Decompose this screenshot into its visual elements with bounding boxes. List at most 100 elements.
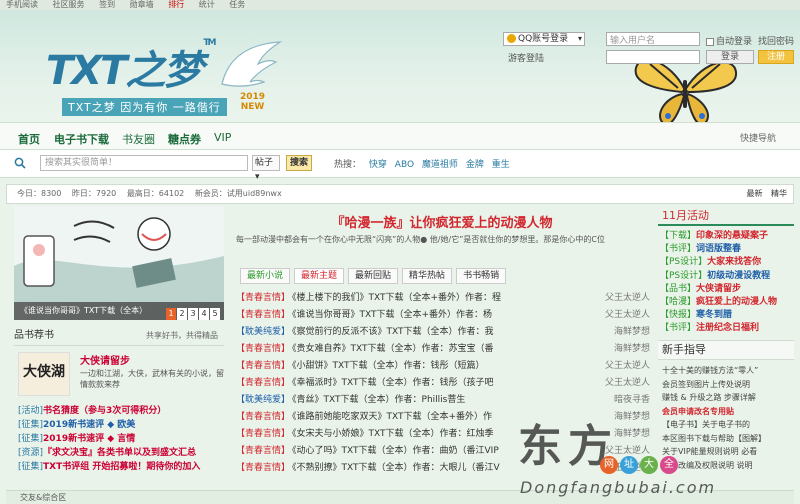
thread-title: 《谁说当你哥哥》TXT下载（全本+番外）作者：杨	[292, 310, 493, 320]
event-link-item[interactable]: [征集]2019新书速评 ◆ 欧美	[18, 418, 224, 432]
topbar-community-link[interactable]: 社区服务	[53, 0, 85, 9]
activity-value: 印象深的悬疑案子	[696, 231, 769, 241]
topbar-task-link[interactable]: 任务	[229, 0, 245, 9]
thread-row[interactable]: 【青春言情】 《贵女难自养》TXT下载（全本）作者：苏宝宝（番 海鲜梦想	[236, 341, 650, 358]
topbar-signin-link[interactable]: 签到	[99, 0, 115, 9]
thread-row[interactable]: 【青春言情】 《楼上楼下的我们》TXT下载（全本+番外）作者：程 父王太逆人	[236, 290, 650, 307]
thread-author[interactable]: 父王太逆人	[605, 307, 650, 324]
event-link-item[interactable]: [活动]书名猜度（参与3次可得积分）	[18, 404, 224, 418]
password-input[interactable]	[606, 50, 700, 64]
site-header: TXT之梦TM TXT之梦 因为有你 一路偕行 2019 NEW QQ账号登录 …	[0, 10, 800, 126]
thread-author[interactable]: 海鲜梦想	[614, 341, 650, 358]
banner-page-3[interactable]: 3	[188, 308, 198, 320]
topbar-stats-link[interactable]: 统计	[199, 0, 215, 9]
thread-row[interactable]: 【青春言情】 《谁说当你哥哥》TXT下载（全本+番外）作者：杨 父王太逆人	[236, 307, 650, 324]
tab-bestseller[interactable]: 书书畅销	[456, 268, 507, 284]
topbar-rank-link[interactable]: 排行	[168, 0, 184, 9]
top-utility-bar: 手机阅读 社区服务 签到 勋章墙 排行 统计 任务	[0, 0, 800, 10]
event-link-item[interactable]: [征集]2019新书速评 ◆ 言情	[18, 432, 224, 446]
guide-item[interactable]: 会员签到图片上传处说明	[662, 378, 794, 392]
latest-link[interactable]: 最新	[746, 189, 762, 198]
hot-key[interactable]: 快穿	[369, 160, 387, 170]
feature-desc: 每一部动漫中都会有一个在你心中无限“闪亮”的人物● 他/她/它”是否就住你的梦想…	[236, 235, 605, 244]
thread-author[interactable]: 暗夜寻香	[614, 392, 650, 409]
thread-row[interactable]: 【耽美纯爱】 《青丝》TXT下载（全本）作者：Phillis菩生 暗夜寻香	[236, 392, 650, 409]
event-link-item[interactable]: [资源]『求文决宝』各类书单以及到盛文汇总	[18, 446, 224, 460]
find-password-link[interactable]: 找回密码	[758, 34, 794, 47]
activity-item[interactable]: 【PS设计】初级动漫设教程	[660, 270, 796, 283]
thread-category: 【青春言情】	[236, 463, 291, 473]
event-tag: [活动]	[18, 406, 44, 416]
register-button[interactable]: 注册	[758, 50, 794, 64]
thread-author[interactable]: 父王太逆人	[605, 358, 650, 375]
activity-item[interactable]: 【PS设计】大家来找答你	[660, 256, 796, 269]
banner-page-5[interactable]: 5	[210, 308, 220, 320]
qq-login-button[interactable]: QQ账号登录 ▾	[503, 32, 585, 46]
tab-latest-topic[interactable]: 最新主题	[294, 268, 345, 284]
banner-page-1[interactable]: 1	[166, 308, 176, 320]
nav-vip[interactable]: VIP	[214, 131, 231, 144]
search-button[interactable]: 搜索	[286, 155, 312, 171]
activity-item[interactable]: 【书评】注册纪念日福利	[660, 322, 796, 335]
activity-item[interactable]: 【下载】印象深的悬疑案子	[660, 230, 796, 243]
thread-author[interactable]: 海鲜梦想	[614, 409, 650, 426]
banner-page-2[interactable]: 2	[177, 308, 187, 320]
thread-author[interactable]: 海鲜梦想	[614, 426, 650, 443]
thread-category: 【青春言情】	[236, 344, 291, 354]
guide-item[interactable]: 小说改编及权限说明 说明	[662, 459, 794, 473]
thread-author[interactable]: 父王太逆人	[605, 375, 650, 392]
thread-row[interactable]: 【耽美纯爱】 《察觉前行的反派不该》TXT下载（全本）作者：我 海鲜梦想	[236, 324, 650, 341]
topbar-mobile-link[interactable]: 手机阅读	[6, 0, 38, 9]
guide-item[interactable]: 本区图书下载与帮助【图解】	[662, 432, 794, 446]
activity-item[interactable]: 【书评】词语版整春	[660, 243, 796, 256]
recommend-book-cover[interactable]: 大侠湖	[18, 352, 70, 396]
search-type-select[interactable]: 帖子 ▾	[252, 155, 280, 182]
thread-author[interactable]: 海鲜梦想	[614, 324, 650, 341]
username-input[interactable]: 输入用户名	[606, 32, 700, 46]
guide-item[interactable]: 十全十美的赚钱方法“零人”	[662, 364, 794, 378]
activity-key: 【下载】	[660, 231, 697, 241]
hot-key[interactable]: 重生	[492, 160, 510, 170]
search-input[interactable]: 搜索其实很简单！	[40, 155, 248, 171]
guide-item[interactable]: 赚钱 & 升级之路 步骤详解	[662, 391, 794, 405]
guest-login-link[interactable]: 游客登陆	[508, 51, 544, 64]
quick-nav-link[interactable]: 快捷导航	[740, 131, 776, 144]
thread-category: 【青春言情】	[236, 378, 291, 388]
site-logo[interactable]: TXT之梦TM	[46, 38, 217, 96]
guide-item[interactable]: 【电子书】关于电子书的	[662, 418, 794, 432]
guide-item[interactable]: 会员申请改名专用贴	[662, 405, 794, 419]
thread-author[interactable]: 父王太逆人	[605, 290, 650, 307]
nav-home[interactable]: 首页	[18, 131, 40, 147]
auto-login-checkbox[interactable]: 自动登录	[706, 34, 752, 47]
hot-key[interactable]: ABO	[395, 160, 414, 170]
event-link-item[interactable]: [征集]TXT书评组 开始招募啦！期待你的加入	[18, 460, 224, 474]
activity-item[interactable]: 【品书】大侠请留步	[660, 283, 796, 296]
recommend-more-link[interactable]: 共享好书，共得精品	[146, 328, 218, 344]
stat-new-member[interactable]: 新会员：试用uid89nwx	[195, 189, 282, 198]
hot-key[interactable]: 金牌	[466, 160, 484, 170]
tab-latest-reply[interactable]: 最新回贴	[348, 268, 399, 284]
nav-ebook-download[interactable]: 电子书下载	[54, 131, 109, 147]
thread-row[interactable]: 【青春言情】 《幸福派时》TXT下载（全本）作者：钱彤（孩子吧 父王太逆人	[236, 375, 650, 392]
thread-title: 《小甜饼》TXT下载（全本）作者：钱彤（短篇）	[292, 361, 485, 371]
thread-title: 《幸福派时》TXT下载（全本）作者：钱彤（孩子吧	[292, 378, 494, 388]
nav-candy-coupon[interactable]: 糖点券	[168, 131, 201, 147]
thread-row[interactable]: 【青春言情】 《小甜饼》TXT下载（全本）作者：钱彤（短篇） 父王太逆人	[236, 358, 650, 375]
featured-banner[interactable]: 《谁说当你哥哥》TXT下载（全本） 12345	[14, 206, 224, 320]
topbar-medal-link[interactable]: 勋章墙	[130, 0, 154, 9]
tab-hot-digest[interactable]: 精华热帖	[402, 268, 453, 284]
banner-page-4[interactable]: 4	[199, 308, 209, 320]
activity-item[interactable]: 【哈漫】疯狂爱上的动漫人物	[660, 296, 796, 309]
recommend-book-title[interactable]: 大侠请留步	[80, 352, 130, 367]
nav-book-circle[interactable]: 书友圈	[122, 131, 155, 147]
hot-key[interactable]: 魔道祖师	[422, 160, 458, 170]
login-button[interactable]: 登录	[706, 50, 754, 64]
search-bar: 搜索其实很简单！ 帖子 ▾ 搜索 热搜： 快穿 ABO 魔道祖师 金牌 重生	[0, 150, 800, 182]
feature-title[interactable]: 『哈漫一族』让你疯狂爱上的动漫人物	[232, 212, 652, 231]
activity-item[interactable]: 【快报】寒冬到腊	[660, 309, 796, 322]
banner-caption[interactable]: 《谁说当你哥哥》TXT下载（全本） 12345	[14, 302, 224, 320]
digest-link[interactable]: 精华	[771, 189, 787, 198]
banner-pager: 12345	[165, 305, 220, 320]
tab-latest-novel[interactable]: 最新小说	[240, 268, 291, 284]
guide-item[interactable]: 关于VIP能量规则说明 必看	[662, 445, 794, 459]
